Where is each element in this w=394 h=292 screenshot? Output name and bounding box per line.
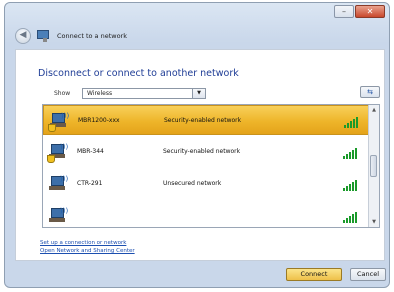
scroll-up-icon[interactable]: ▲ <box>370 106 378 114</box>
wireless-network-icon: ))) <box>48 112 69 132</box>
scroll-down-icon[interactable]: ▼ <box>370 218 378 226</box>
network-row[interactable]: ))) MBR1200-xxx Security-enabled network <box>43 105 369 135</box>
network-security: Unsecured network <box>163 180 222 187</box>
content-panel: Disconnect or connect to another network… <box>15 49 385 261</box>
network-icon <box>37 30 49 42</box>
refresh-icon: ⇆ <box>367 88 373 96</box>
show-filter-select[interactable]: Wireless ▼ <box>82 88 206 99</box>
connect-network-window: – ✕ ◀ Connect to a network Disconnect or… <box>4 2 390 288</box>
wireless-network-icon: ))) <box>47 143 68 163</box>
window-title: Connect to a network <box>57 32 127 40</box>
back-arrow-icon: ◀ <box>19 30 27 40</box>
signal-strength-icon <box>343 146 361 159</box>
minimize-button[interactable]: – <box>334 5 354 18</box>
title-bar: ◀ Connect to a network <box>15 27 379 45</box>
network-sharing-center-link[interactable]: Open Network and Sharing Center <box>40 248 135 254</box>
connect-button[interactable]: Connect <box>286 268 342 281</box>
refresh-button[interactable]: ⇆ <box>360 86 380 98</box>
network-ssid: CTR-291 <box>77 180 103 187</box>
back-button[interactable]: ◀ <box>15 28 31 44</box>
page-heading: Disconnect or connect to another network <box>38 68 239 79</box>
signal-strength-icon <box>343 178 361 191</box>
signal-strength-icon <box>343 210 361 223</box>
cancel-button[interactable]: Cancel <box>350 268 386 281</box>
wireless-network-icon: ))) <box>49 207 68 225</box>
network-row[interactable]: ))) <box>43 201 369 227</box>
network-row[interactable]: ))) CTR-291 Unsecured network <box>43 169 369 199</box>
network-security: Security-enabled network <box>163 148 241 155</box>
wireless-network-icon: ))) <box>49 175 68 193</box>
show-filter-value: Wireless <box>87 90 113 97</box>
signal-strength-icon <box>344 115 362 128</box>
network-list[interactable]: ))) MBR1200-xxx Security-enabled network… <box>42 104 380 228</box>
network-security: Security-enabled network <box>164 117 242 124</box>
show-label: Show <box>54 90 71 97</box>
chevron-down-icon: ▼ <box>192 89 205 98</box>
window-controls: – ✕ <box>334 5 385 18</box>
scroll-thumb[interactable] <box>370 155 377 177</box>
network-ssid: MBR-344 <box>77 148 104 155</box>
setup-connection-link[interactable]: Set up a connection or network <box>40 240 126 246</box>
close-button[interactable]: ✕ <box>355 5 385 18</box>
network-row[interactable]: ))) MBR-344 Security-enabled network <box>43 137 369 167</box>
network-ssid: MBR1200-xxx <box>78 117 120 124</box>
network-list-scrollbar[interactable]: ▲ ▼ <box>368 105 379 227</box>
